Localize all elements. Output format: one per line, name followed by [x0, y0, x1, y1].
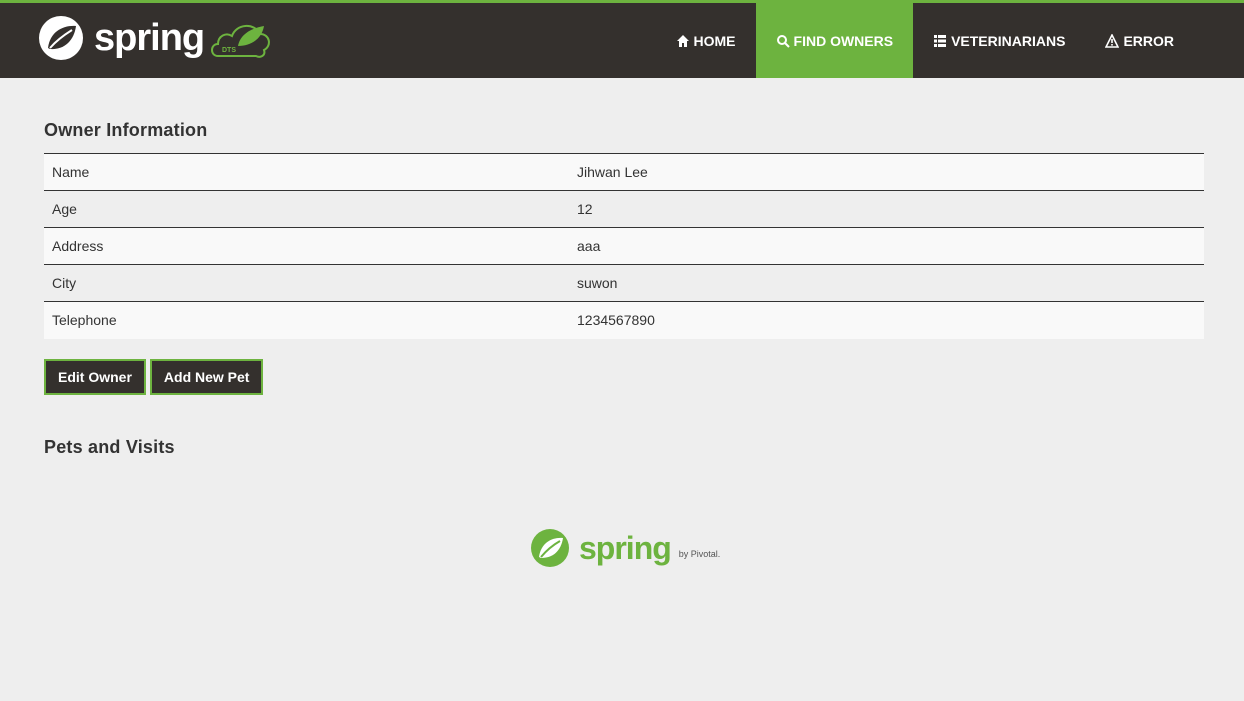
- owner-address-label: Address: [44, 227, 569, 265]
- table-row: Address aaa: [44, 227, 1204, 265]
- dts-cloud-icon: DTS: [211, 25, 271, 58]
- owner-actions: Edit Owner Add New Pet: [44, 358, 1204, 395]
- table-row: City suwon: [44, 264, 1204, 302]
- table-row: Name Jihwan Lee: [44, 153, 1204, 191]
- owner-city-value: suwon: [569, 264, 1204, 302]
- owner-age-label: Age: [44, 190, 569, 228]
- navbar: spring DTS Home Find owners: [0, 0, 1244, 78]
- table-row: Age 12: [44, 190, 1204, 228]
- nav-error-label: Error: [1123, 32, 1174, 49]
- owner-name-value: Jihwan Lee: [569, 153, 1204, 191]
- dts-badge-text: DTS: [222, 47, 236, 54]
- home-icon: [676, 34, 689, 47]
- nav-error[interactable]: Error: [1085, 3, 1194, 78]
- owner-information-title: Owner Information: [44, 120, 208, 140]
- footer-wordmark: spring: [579, 530, 672, 566]
- brand-logo[interactable]: spring DTS: [38, 14, 272, 62]
- spring-leaf-icon: [531, 529, 569, 567]
- nav-home-label: Home: [693, 32, 736, 49]
- warning-icon: [1105, 33, 1120, 48]
- nav-find-owners[interactable]: Find owners: [755, 3, 914, 78]
- edit-owner-button[interactable]: Edit Owner: [44, 358, 146, 395]
- owner-age-value: 12: [569, 190, 1204, 228]
- nav-veterinarians-label: Veterinarians: [951, 32, 1066, 49]
- main-content: Owner Information Name Jihwan Lee Age 12…: [44, 78, 1204, 458]
- owner-address-value: aaa: [569, 227, 1204, 265]
- owner-telephone-value: 1234567890: [569, 301, 1204, 339]
- spring-leaf-icon: [39, 16, 83, 60]
- brand-wordmark: spring: [94, 17, 205, 59]
- add-new-pet-button[interactable]: Add New Pet: [149, 358, 264, 395]
- owner-telephone-label: Telephone: [44, 301, 569, 339]
- nav-veterinarians[interactable]: Veterinarians: [913, 3, 1085, 78]
- pets-and-visits-title: Pets and Visits: [44, 436, 175, 457]
- owner-city-label: City: [44, 264, 569, 302]
- footer-logo: spring by Pivotal.: [530, 526, 720, 570]
- nav-home[interactable]: Home: [656, 3, 756, 78]
- nav-find-owners-label: Find owners: [793, 32, 894, 49]
- search-icon: [776, 34, 790, 48]
- main-nav: Home Find owners Veterinarians Error: [656, 3, 1194, 78]
- owner-table: Name Jihwan Lee Age 12 Address aaa City …: [44, 153, 1204, 339]
- table-row: Telephone 1234567890: [44, 301, 1204, 339]
- list-icon: [934, 34, 947, 47]
- footer-by-pivotal: by Pivotal.: [678, 549, 721, 559]
- owner-name-label: Name: [44, 153, 569, 191]
